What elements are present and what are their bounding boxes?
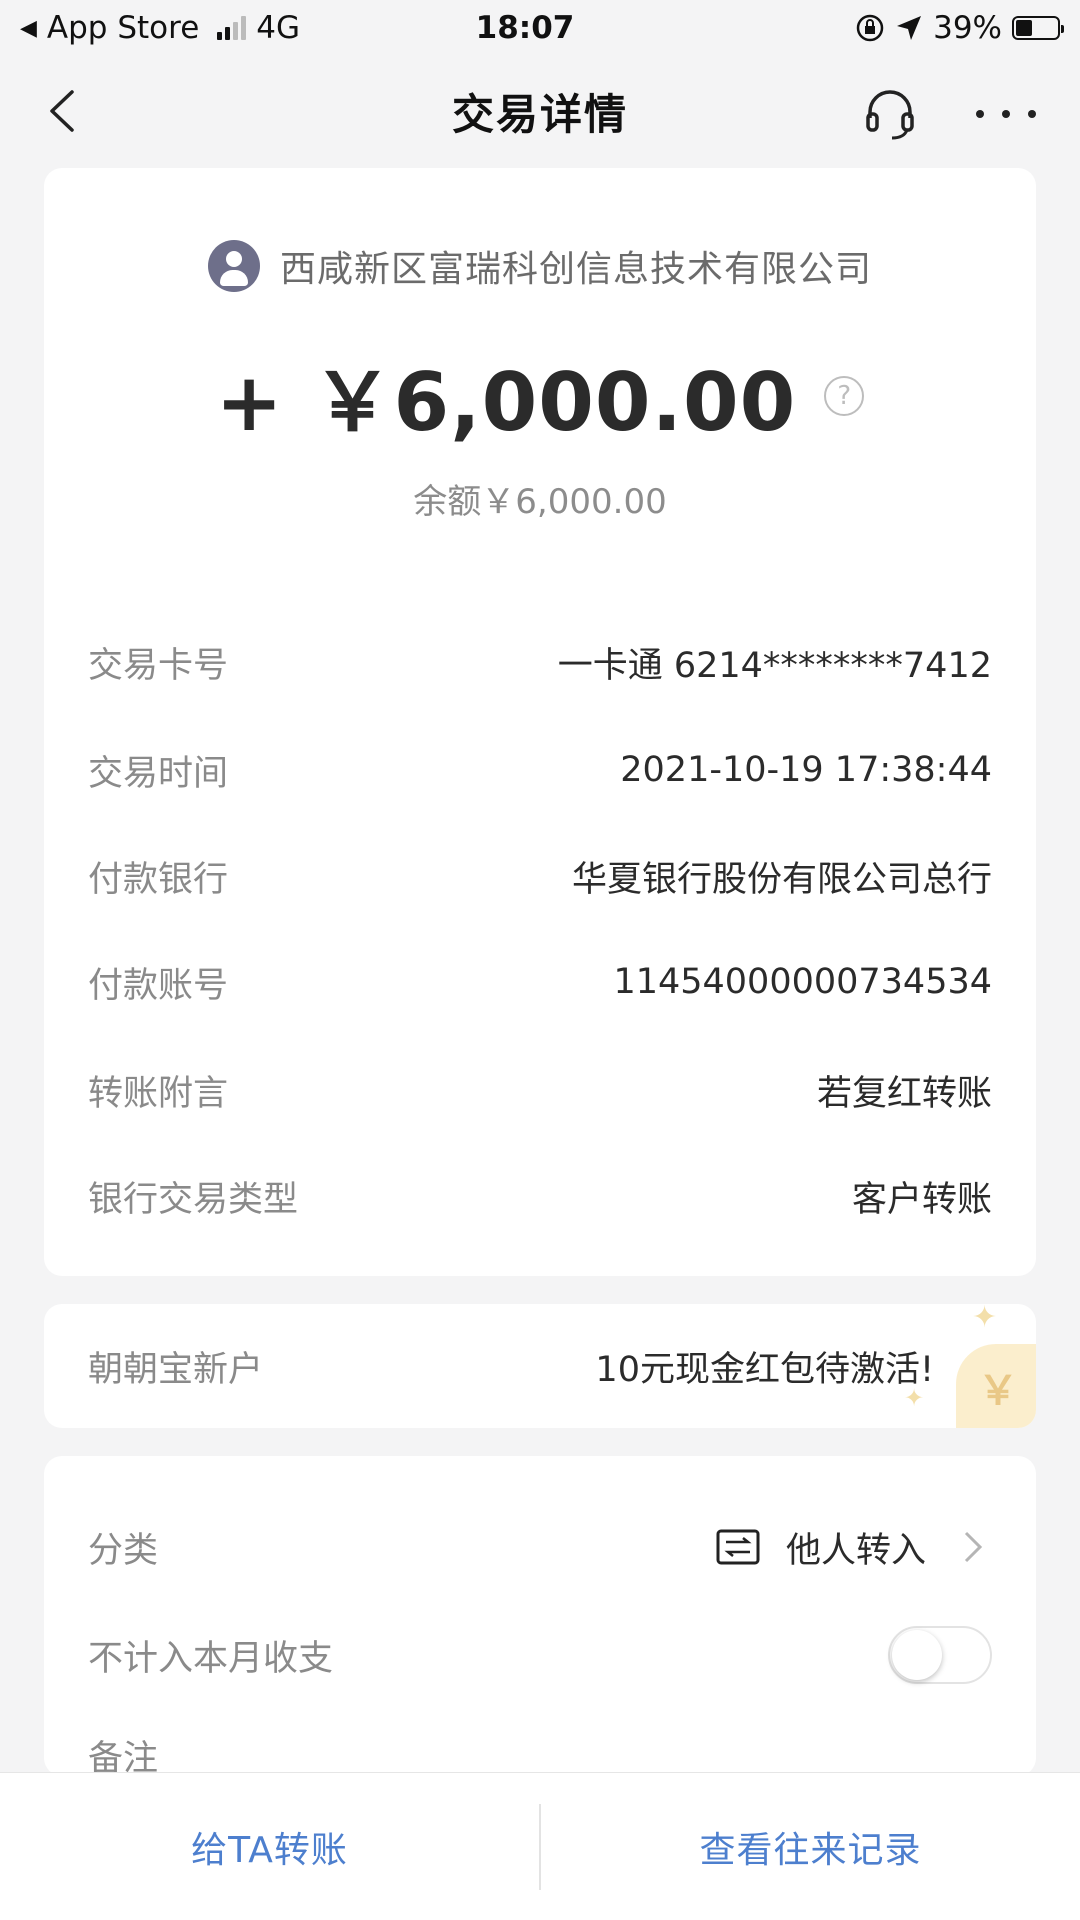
more-options-icon[interactable] — [976, 86, 1036, 142]
detail-label: 交易时间 — [88, 753, 229, 794]
payer-row: 西咸新区富瑞科创信息技术有限公司 — [44, 240, 1036, 292]
detail-row-payer-account: 付款账号 11454000000734534 — [88, 952, 992, 1012]
detail-label: 转账附言 — [88, 1073, 229, 1114]
payer-avatar-icon — [207, 240, 260, 292]
battery-percent: 39% — [933, 10, 1002, 46]
back-to-app-label[interactable]: App Store — [47, 10, 199, 46]
transaction-amount: + ￥6,000.00 — [215, 356, 797, 449]
detail-value: 华夏银行股份有限公司总行 — [571, 859, 992, 900]
chevron-right-icon — [964, 1531, 983, 1563]
location-icon — [897, 16, 922, 40]
category-label: 分类 — [88, 1530, 159, 1571]
view-history-button[interactable]: 查看往来记录 — [541, 1821, 1080, 1873]
page-title: 交易详情 — [451, 89, 628, 139]
promo-row: 朝朝宝新户 10元现金红包待激活! — [88, 1336, 992, 1396]
signal-icon — [217, 16, 247, 40]
transfer-icon — [716, 1529, 760, 1565]
balance-text: 余额￥6,000.00 — [413, 482, 667, 522]
detail-row-transaction-type: 银行交易类型 客户转账 — [88, 1166, 992, 1226]
detail-row-card-number: 交易卡号 一卡通 6214********7412 — [88, 632, 992, 692]
detail-value: 11454000000734534 — [613, 962, 992, 1002]
detail-row-payer-bank: 付款银行 华夏银行股份有限公司总行 — [88, 846, 992, 906]
battery-icon — [1012, 16, 1064, 40]
rotation-lock-icon — [856, 14, 884, 42]
promo-value: 10元现金红包待激活! — [595, 1349, 934, 1390]
category-selector[interactable]: 他人转入 — [716, 1522, 992, 1573]
detail-value: 若复红转账 — [816, 1073, 992, 1114]
detail-value: 一卡通 6214********7412 — [557, 645, 992, 686]
help-icon[interactable]: ? — [824, 376, 865, 416]
customer-service-icon[interactable] — [862, 86, 918, 142]
detail-row-time: 交易时间 2021-10-19 17:38:44 — [88, 740, 992, 800]
sparkle-icon: ✦ — [972, 1304, 998, 1335]
back-arrow-icon[interactable] — [40, 86, 90, 136]
category-value: 他人转入 — [785, 1530, 926, 1571]
bottom-action-bar: 给TA转账 查看往来记录 — [0, 1772, 1080, 1920]
detail-value: 客户转账 — [851, 1179, 992, 1220]
transaction-card: 西咸新区富瑞科创信息技术有限公司 + ￥6,000.00 ? 余额￥6,000.… — [44, 168, 1036, 1276]
promo-card[interactable]: ✦ ✦ ￥ 朝朝宝新户 10元现金红包待激活! — [44, 1304, 1036, 1428]
amount-row: + ￥6,000.00 ? — [44, 338, 1036, 454]
status-bar: ◀ App Store 4G 18:07 39% — [0, 0, 1080, 56]
back-to-app-icon[interactable]: ◀ — [20, 16, 37, 41]
nav-bar: 交易详情 — [0, 56, 1080, 166]
detail-row-memo: 转账附言 若复红转账 — [88, 1060, 992, 1120]
exclude-label: 不计入本月收支 — [88, 1638, 334, 1679]
detail-label: 交易卡号 — [88, 645, 229, 686]
detail-label: 银行交易类型 — [88, 1179, 299, 1220]
detail-value: 2021-10-19 17:38:44 — [620, 750, 992, 790]
category-card: 分类 他人转入 不计入本月收支 备注 — [44, 1456, 1036, 1779]
status-right: 39% — [760, 10, 1064, 46]
category-row[interactable]: 分类 他人转入 — [88, 1512, 992, 1582]
status-time: 18:07 — [475, 10, 575, 46]
detail-label: 付款银行 — [88, 859, 229, 900]
detail-label: 付款账号 — [88, 965, 229, 1006]
promo-label: 朝朝宝新户 — [88, 1349, 264, 1390]
exclude-row: 不计入本月收支 — [88, 1620, 992, 1690]
transfer-to-button[interactable]: 给TA转账 — [0, 1821, 539, 1873]
exclude-toggle[interactable] — [888, 1626, 992, 1684]
payer-name: 西咸新区富瑞科创信息技术有限公司 — [279, 249, 872, 290]
